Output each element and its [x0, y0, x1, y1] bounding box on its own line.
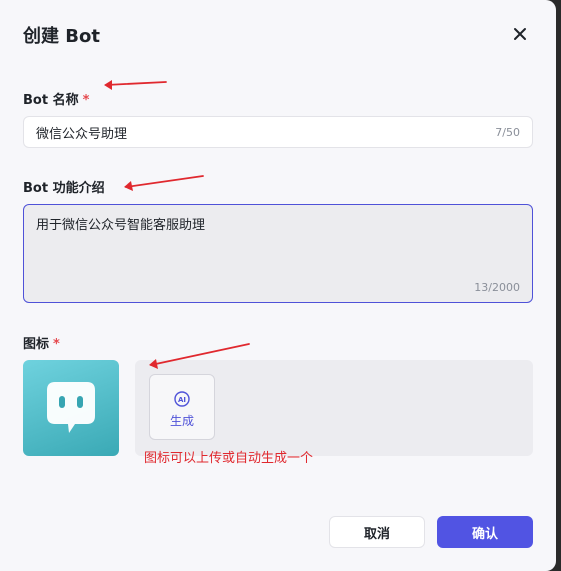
chat-bubble-bot-icon — [47, 382, 95, 433]
annotation-arrowhead — [124, 181, 133, 191]
dialog-title: 创建 Bot — [23, 26, 100, 47]
annotation-arrow-description — [125, 175, 204, 188]
bot-description-value: 用于微信公众号智能客服助理 — [36, 218, 206, 233]
bot-name-input[interactable]: 微信公众号助理 7/50 — [23, 116, 533, 148]
annotation-arrowhead — [104, 80, 112, 90]
ai-sparkle-icon: AI — [174, 391, 190, 407]
create-bot-dialog: 创建 Bot Bot 名称 * 微信公众号助理 7/50 Bot 功能介绍 用于微… — [0, 0, 556, 571]
bot-description-label-text: Bot 功能介绍 — [23, 181, 105, 196]
bot-name-label-text: Bot 名称 — [23, 93, 79, 108]
icon-label-text: 图标 — [23, 337, 50, 352]
bot-description-textarea[interactable]: 用于微信公众号智能客服助理 13/2000 — [23, 204, 533, 303]
confirm-button[interactable]: 确认 — [437, 516, 533, 548]
svg-text:AI: AI — [178, 396, 186, 404]
required-mark: * — [53, 337, 60, 352]
generate-icon-button[interactable]: AI 生成 — [149, 374, 215, 440]
bot-description-counter: 13/2000 — [474, 281, 520, 294]
generate-icon-label: 生成 — [169, 414, 194, 428]
required-mark: * — [82, 93, 90, 108]
bot-name-label: Bot 名称 * — [23, 89, 89, 108]
icon-label: 图标 * — [23, 333, 60, 352]
close-button[interactable] — [510, 24, 530, 44]
bot-name-counter: 7/50 — [495, 125, 520, 139]
annotation-arrow-name — [105, 81, 167, 86]
annotation-note: 图标可以上传或自动生成一个 — [144, 451, 314, 466]
bot-avatar[interactable] — [23, 360, 119, 456]
bot-description-label: Bot 功能介绍 — [23, 177, 105, 196]
close-icon — [514, 28, 526, 40]
cancel-button[interactable]: 取消 — [329, 516, 425, 548]
bot-name-value: 微信公众号助理 — [36, 126, 128, 142]
